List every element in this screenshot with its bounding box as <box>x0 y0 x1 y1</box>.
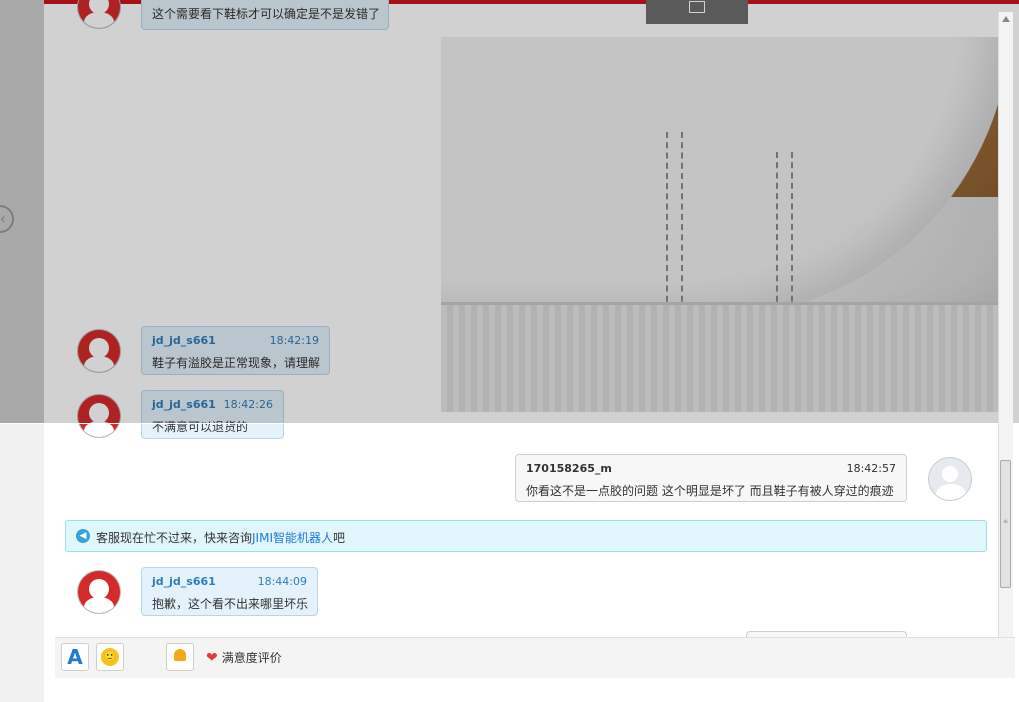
sender-name: jd_jd_s661 <box>152 575 216 588</box>
sender-name: 170158265_m <box>526 462 612 475</box>
message-text: 不满意可以退货的 <box>152 420 249 434</box>
restore-button[interactable] <box>646 0 748 24</box>
message-text: 这个需要看下鞋标才可以确定是不是发错了 <box>152 7 381 21</box>
bell-icon <box>174 649 186 661</box>
input-toolbar: A 🙂 ❤ 满意度评价 <box>55 637 1015 679</box>
jimi-robot-link[interactable]: JIMI智能机器人 <box>252 531 333 545</box>
left-gutter-lower <box>0 424 44 702</box>
bell-button[interactable] <box>166 643 194 671</box>
font-button[interactable]: A <box>61 643 89 671</box>
message-bubble: jd_jd_s661 18:44:09 抱歉，这个看不出来哪里坏乐 <box>141 567 318 616</box>
message-text: 鞋子有溢胶是正常现象，请理解 <box>152 356 321 370</box>
heart-icon: ❤ <box>206 650 218 666</box>
rate-button[interactable]: ❤ 满意度评价 <box>206 649 282 666</box>
agent-avatar <box>78 0 120 28</box>
speaker-icon: ◀ <box>76 529 90 543</box>
message-time: 18:44:09 <box>257 575 307 588</box>
message-time: 18:42:19 <box>269 334 319 347</box>
message-text: 你看这不是一点胶的问题 这个明显是坏了 而且鞋子有被人穿过的痕迹 <box>526 484 894 498</box>
message-text: 抱歉，这个看不出来哪里坏乐 <box>152 597 309 611</box>
overlay-edge <box>0 423 1019 424</box>
message-bubble: 170158265_m 18:42:57 你看这不是一点胶的问题 这个明显是坏了… <box>515 454 907 502</box>
smiley-icon: 🙂 <box>101 648 119 666</box>
agent-avatar <box>78 571 120 613</box>
message-time: 18:42:57 <box>846 462 896 475</box>
robot-notice: ◀ 客服现在忙不过来，快来咨询JIMI智能机器人吧 <box>65 520 987 552</box>
emoji-button[interactable]: 🙂 <box>96 643 124 671</box>
grip-icon: ≡ <box>1003 518 1009 525</box>
sender-name: jd_jd_s661 <box>152 334 216 347</box>
message-bubble: jd_jd_s661 18:42:26 不满意可以退货的 <box>141 390 284 439</box>
message-bubble: jd_jd_s661 18:42:19 鞋子有溢胶是正常现象，请理解 <box>141 326 330 375</box>
agent-avatar <box>78 395 120 437</box>
agent-avatar <box>78 330 120 372</box>
sender-name: jd_jd_s661 <box>152 398 216 411</box>
notice-text: 客服现在忙不过来，快来咨询JIMI智能机器人吧 <box>96 531 346 545</box>
user-avatar <box>928 457 972 501</box>
message-input[interactable] <box>55 678 1015 702</box>
shoe-photo[interactable] <box>441 37 1004 412</box>
message-bubble: 这个需要看下鞋标才可以确定是不是发错了 <box>141 0 389 30</box>
message-time: 18:42:26 <box>223 398 273 411</box>
restore-icon <box>689 1 705 13</box>
scroll-up-icon[interactable] <box>1002 16 1010 22</box>
